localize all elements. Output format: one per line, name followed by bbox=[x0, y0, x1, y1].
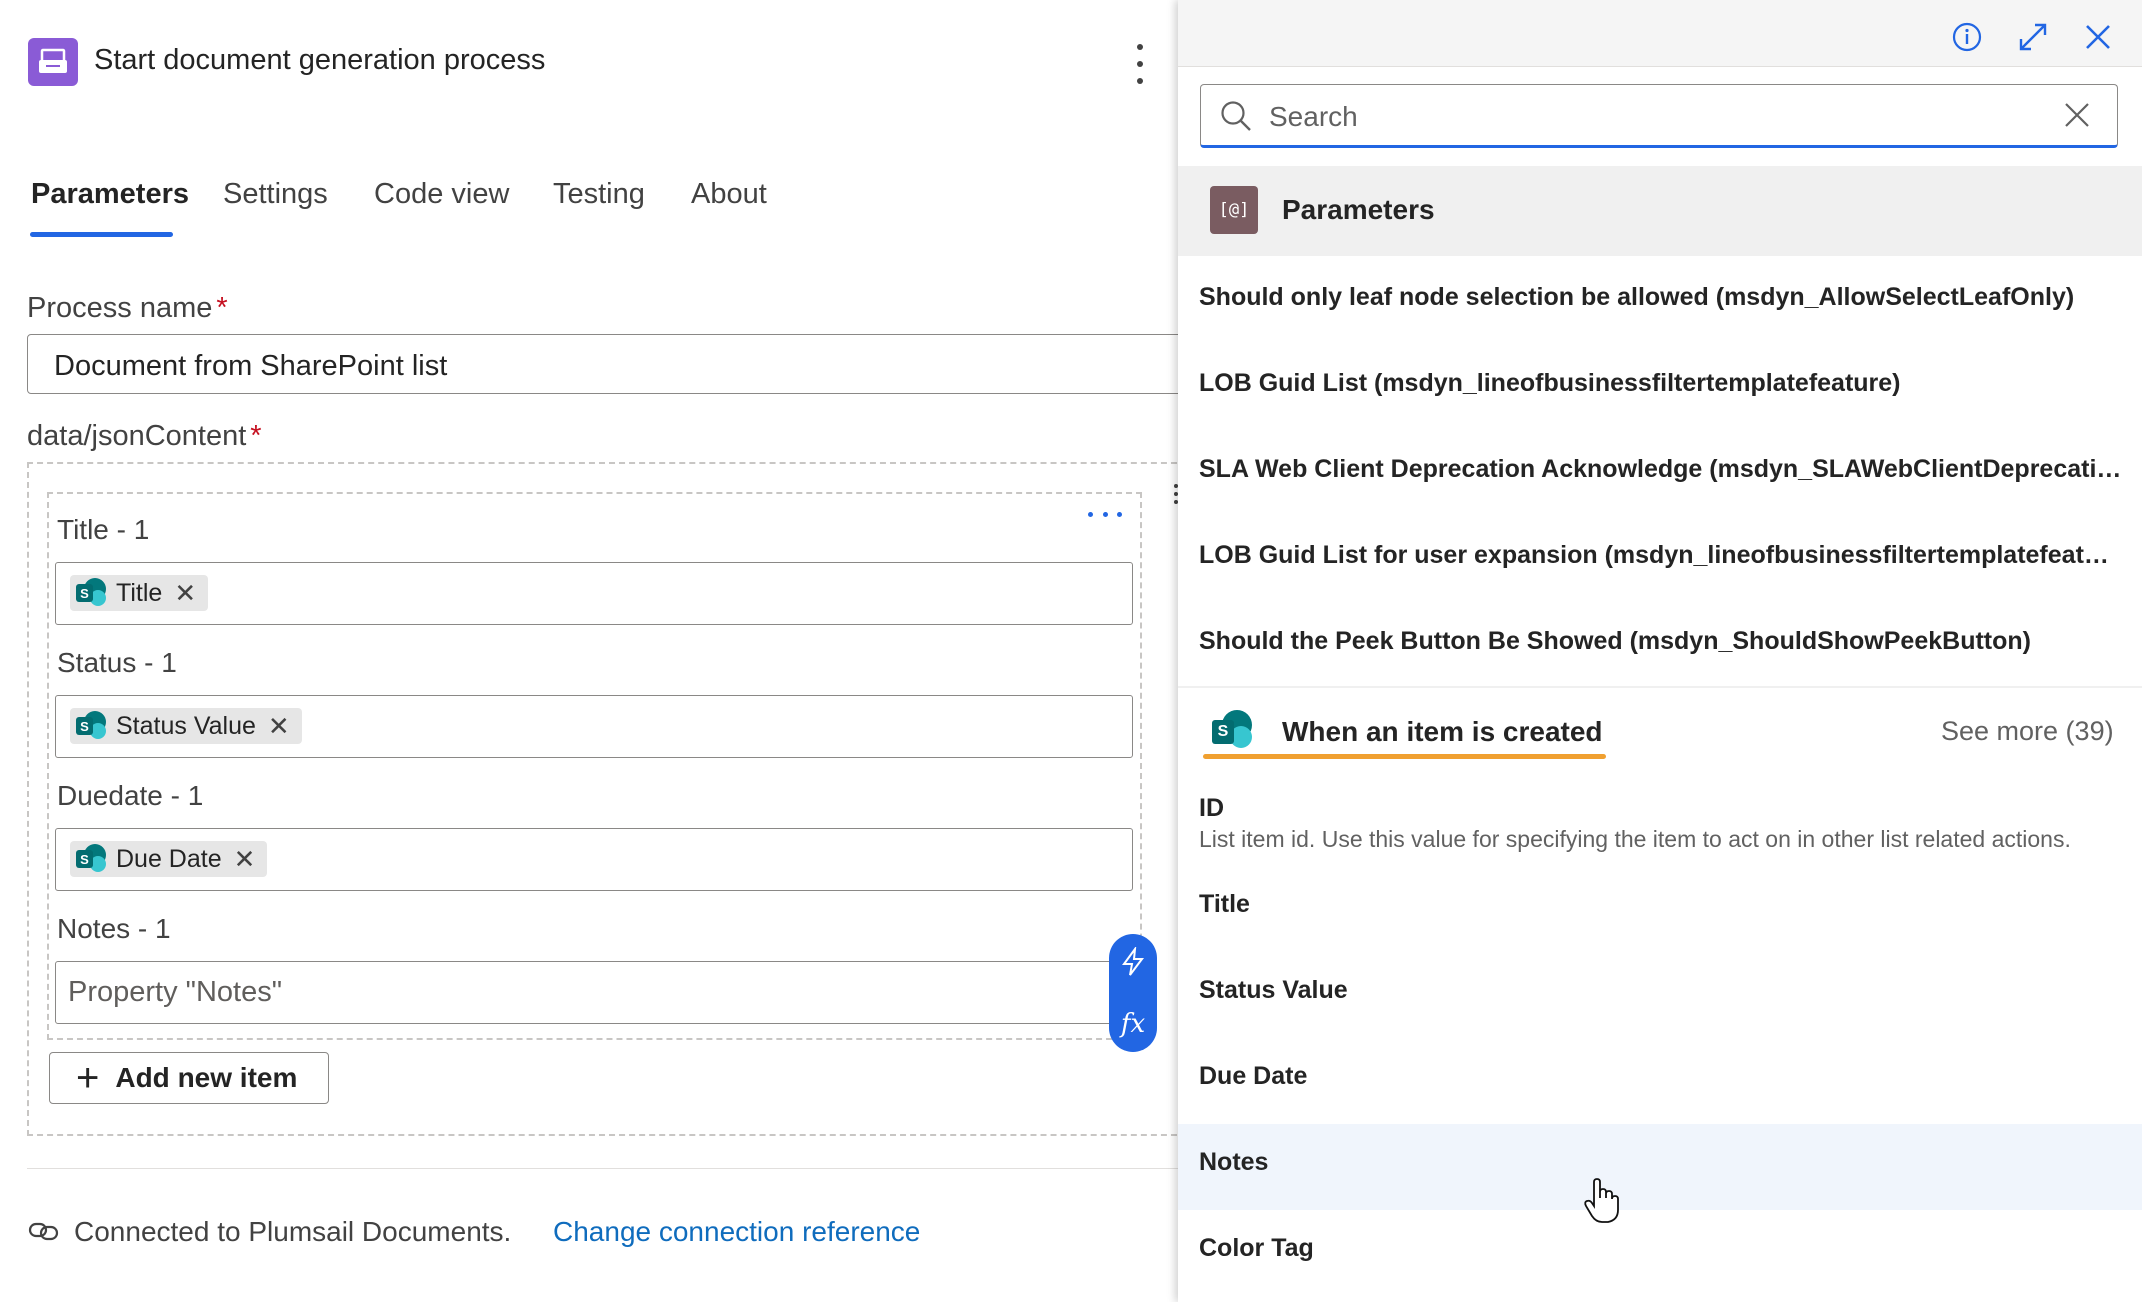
dynamic-token-status-value[interactable]: S Status Value ✕ bbox=[70, 708, 302, 744]
list-item-label: ID bbox=[1199, 794, 1224, 822]
list-item[interactable]: Title bbox=[1178, 866, 2142, 952]
active-tab-indicator bbox=[30, 232, 173, 237]
notes-placeholder: Property "Notes" bbox=[68, 976, 283, 1008]
list-item[interactable]: Notes bbox=[1178, 1124, 2142, 1210]
list-item[interactable]: SLA Web Client Deprecation Acknowledge (… bbox=[1178, 431, 2142, 517]
sharepoint-icon: S bbox=[76, 578, 106, 608]
dynamic-content-panel: Search [@] Parameters Should only leaf n… bbox=[1178, 0, 2142, 1302]
notes-field-input[interactable]: Property "Notes" bbox=[55, 961, 1133, 1024]
list-item[interactable]: LOB Guid List (msdyn_lineofbusinessfilte… bbox=[1178, 345, 2142, 431]
token-label: Status Value bbox=[116, 711, 256, 740]
parameters-section-header[interactable]: [@] Parameters bbox=[1178, 166, 2142, 256]
clear-search-icon[interactable] bbox=[2063, 101, 2091, 134]
close-icon[interactable] bbox=[2081, 20, 2115, 54]
divider bbox=[27, 1168, 1187, 1169]
link-icon bbox=[28, 1218, 60, 1249]
panel-toolbar bbox=[1178, 0, 2142, 67]
info-icon[interactable] bbox=[1950, 20, 1984, 54]
list-item[interactable]: LOB Guid List for user expansion (msdyn_… bbox=[1178, 517, 2142, 603]
duedate-field-label: Duedate - 1 bbox=[57, 780, 204, 811]
sharepoint-icon: S bbox=[76, 711, 106, 741]
list-item[interactable]: Status Value bbox=[1178, 952, 2142, 1038]
list-item-label: Title bbox=[1199, 890, 1250, 918]
list-item-label: Color Tag bbox=[1199, 1234, 1314, 1262]
plus-icon: + bbox=[76, 1056, 100, 1100]
hand-cursor-icon bbox=[1584, 1178, 1620, 1229]
more-options-icon[interactable] bbox=[1130, 44, 1150, 84]
list-item[interactable]: Should the Peek Button Be Showed (msdyn_… bbox=[1178, 603, 2142, 689]
list-item-label: Should only leaf node selection be allow… bbox=[1199, 283, 2075, 311]
divider bbox=[1178, 686, 2142, 688]
list-item-label: SLA Web Client Deprecation Acknowledge (… bbox=[1199, 455, 2124, 483]
add-new-item-button[interactable]: + Add new item bbox=[49, 1052, 329, 1104]
tab-testing[interactable]: Testing bbox=[553, 178, 645, 211]
expand-icon[interactable] bbox=[2016, 20, 2050, 54]
list-item[interactable]: Should only leaf node selection be allow… bbox=[1178, 259, 2142, 345]
tab-settings[interactable]: Settings bbox=[223, 178, 328, 211]
connection-status: Connected to Plumsail Documents. bbox=[74, 1216, 512, 1247]
action-editor: Start document generation process Parame… bbox=[0, 0, 1187, 1302]
list-item-label: Due Date bbox=[1199, 1062, 1308, 1090]
remove-token-icon[interactable]: ✕ bbox=[234, 844, 256, 875]
list-item[interactable]: ID List item id. Use this value for spec… bbox=[1178, 780, 2142, 870]
remove-token-icon[interactable]: ✕ bbox=[268, 711, 290, 742]
tab-about[interactable]: About bbox=[691, 178, 767, 211]
section-accent-underline bbox=[1203, 754, 1606, 759]
title-field-input[interactable]: S Title ✕ bbox=[55, 562, 1133, 625]
search-input[interactable]: Search bbox=[1200, 84, 2118, 148]
add-new-item-label: Add new item bbox=[115, 1062, 298, 1093]
search-placeholder: Search bbox=[1269, 101, 1358, 132]
lightning-icon[interactable] bbox=[1120, 945, 1146, 982]
sharepoint-icon: S bbox=[76, 844, 106, 874]
list-item-label: LOB Guid List (msdyn_lineofbusinessfilte… bbox=[1199, 369, 1901, 397]
change-connection-link[interactable]: Change connection reference bbox=[553, 1216, 920, 1248]
dynamic-content-toggle[interactable]: fx bbox=[1109, 934, 1157, 1052]
status-field-label: Status - 1 bbox=[57, 647, 177, 678]
remove-token-icon[interactable]: ✕ bbox=[174, 578, 196, 609]
dynamic-token-due-date[interactable]: S Due Date ✕ bbox=[70, 841, 268, 877]
list-item-label: Notes bbox=[1199, 1148, 1269, 1176]
json-content-label: data/jsonContent * bbox=[27, 420, 262, 452]
list-item-label: Status Value bbox=[1199, 976, 1348, 1004]
tab-code-view[interactable]: Code view bbox=[374, 178, 509, 211]
section-title: Parameters bbox=[1282, 194, 1435, 225]
list-item-label: Should the Peek Button Be Showed (msdyn_… bbox=[1199, 627, 2031, 655]
list-item[interactable]: Color Tag bbox=[1178, 1210, 2142, 1296]
search-icon bbox=[1219, 99, 1253, 138]
parameters-icon: [@] bbox=[1210, 186, 1258, 234]
document-generation-icon bbox=[28, 38, 78, 86]
section-title: When an item is created bbox=[1282, 716, 1603, 747]
token-label: Title bbox=[116, 578, 163, 607]
duedate-field-input[interactable]: S Due Date ✕ bbox=[55, 828, 1133, 891]
token-label: Due Date bbox=[116, 844, 222, 873]
status-field-input[interactable]: S Status Value ✕ bbox=[55, 695, 1133, 758]
list-item-description: List item id. Use this value for specify… bbox=[1199, 826, 2071, 852]
list-item-label: LOB Guid List for user expansion (msdyn_… bbox=[1199, 541, 2124, 569]
trigger-section-header[interactable]: S When an item is created See more (39) bbox=[1178, 698, 2142, 768]
process-name-input[interactable]: Document from SharePoint list bbox=[27, 334, 1187, 394]
tab-parameters[interactable]: Parameters bbox=[31, 178, 189, 211]
process-name-label: Process name * bbox=[27, 292, 228, 324]
sharepoint-icon: S bbox=[1212, 710, 1254, 752]
dynamic-token-title[interactable]: S Title ✕ bbox=[70, 575, 209, 611]
title-field-label: Title - 1 bbox=[57, 514, 150, 545]
list-item[interactable]: Due Date bbox=[1178, 1038, 2142, 1124]
item-more-options-icon[interactable] bbox=[1088, 504, 1122, 524]
expression-fx-icon[interactable]: fx bbox=[1121, 1009, 1145, 1039]
see-more-link[interactable]: See more (39) bbox=[1941, 716, 2114, 747]
action-title: Start document generation process bbox=[94, 44, 546, 76]
notes-field-label: Notes - 1 bbox=[57, 913, 171, 944]
